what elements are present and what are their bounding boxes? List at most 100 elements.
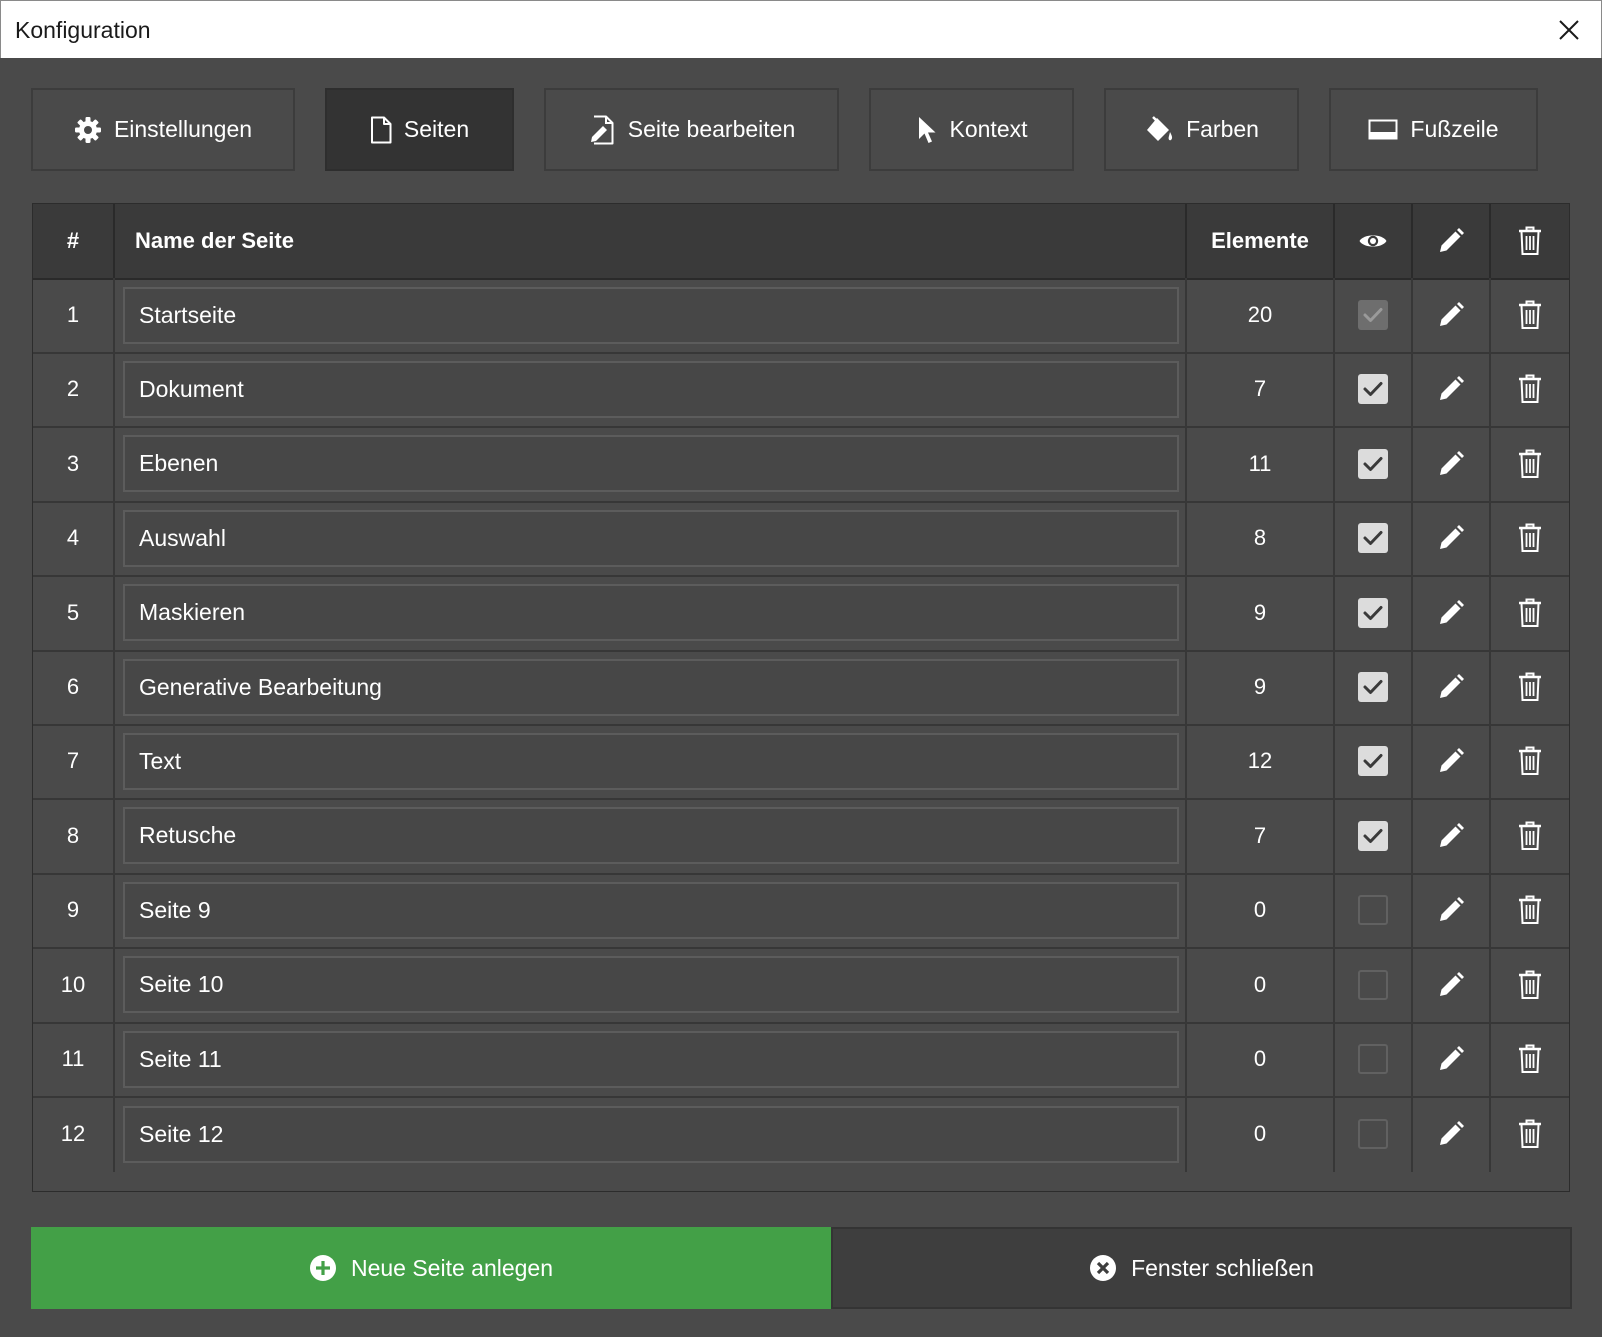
tab-fusszeile[interactable]: Fußzeile [1329,88,1538,171]
row-name-cell [115,1096,1187,1173]
row-edit-cell [1413,501,1491,576]
page-name-input[interactable] [123,807,1179,865]
visible-checkbox[interactable] [1358,597,1388,628]
new-page-button[interactable]: Neue Seite anlegen [31,1227,831,1309]
row-delete-cell [1491,948,1569,1022]
tab-fusszeile-label: Fußzeile [1410,116,1499,142]
visible-checkbox[interactable] [1358,374,1388,405]
visible-checkbox[interactable] [1358,523,1388,554]
page-name-input[interactable] [123,881,1179,939]
header-number: # [33,204,115,278]
visible-checkbox[interactable] [1358,448,1388,479]
row-name-cell [115,278,1187,352]
row-number: 4 [33,501,115,576]
row-elements-count: 7 [1187,798,1335,873]
table-row: 59 [33,575,1569,652]
delete-page-button[interactable] [1510,444,1550,484]
check-icon [1363,456,1383,471]
row-elements-count: 20 [1187,278,1335,352]
visible-checkbox[interactable] [1358,820,1388,851]
row-delete-cell [1491,501,1569,575]
footer-icon [1368,119,1398,139]
page-name-input[interactable] [123,584,1179,642]
pencil-icon [1440,302,1464,326]
row-elements-count: 8 [1187,501,1335,576]
toolbar: Einstellungen Seiten Seite bearbeiten Ko… [0,88,1602,171]
edit-page-button[interactable] [1431,1114,1471,1154]
edit-page-button[interactable] [1431,667,1471,707]
row-elements-count: 9 [1187,650,1335,724]
delete-page-button[interactable] [1510,1039,1550,1079]
edit-page-button[interactable] [1431,890,1471,930]
tab-farben-label: Farben [1186,116,1259,142]
delete-page-button[interactable] [1510,593,1550,633]
tab-einstellungen[interactable]: Einstellungen [31,88,295,171]
window-title: Konfiguration [15,17,151,43]
table-row: 1 20 [33,278,1569,354]
visible-checkbox[interactable] [1358,895,1388,926]
row-delete-cell [1491,278,1569,352]
pencil-icon [1440,897,1464,922]
row-number: 12 [33,1096,115,1173]
page-name-input[interactable] [123,435,1179,493]
tab-seite-bearbeiten[interactable]: Seite bearbeiten [544,88,839,171]
delete-page-button[interactable] [1510,890,1550,930]
new-page-button-label: Neue Seite anlegen [350,1254,554,1281]
close-window-button[interactable]: Fenster schließen [831,1227,1572,1309]
visible-checkbox[interactable] [1358,1119,1388,1150]
table-row: 27 [33,352,1569,429]
delete-page-button[interactable] [1510,667,1550,707]
row-edit-cell [1413,575,1491,650]
edit-page-button[interactable] [1431,593,1471,633]
tab-farben[interactable]: Farben [1104,88,1299,171]
header-edit [1413,204,1491,278]
visible-checkbox[interactable] [1358,969,1388,1000]
page-name-input[interactable] [123,286,1179,344]
page-name-input[interactable] [123,956,1179,1014]
row-edit-cell [1413,426,1491,501]
delete-page-button[interactable] [1510,816,1550,856]
pencil-icon [1440,376,1464,401]
edit-page-button[interactable] [1431,741,1471,781]
visible-checkbox[interactable] [1358,1044,1388,1074]
check-icon [1363,308,1383,322]
delete-page-button[interactable] [1510,369,1550,409]
page-name-input[interactable] [123,1030,1179,1088]
row-name-cell [115,575,1187,650]
edit-page-button[interactable] [1431,965,1471,1005]
page-name-input[interactable] [123,658,1179,716]
edit-page-button[interactable] [1431,295,1471,335]
row-elements-count: 12 [1187,724,1335,799]
pencil-icon [1440,674,1464,698]
row-visible-cell [1335,873,1413,948]
page-name-input[interactable] [123,1105,1179,1163]
row-number: 10 [33,947,115,1022]
page-name-input[interactable] [123,360,1179,418]
delete-page-button[interactable] [1510,295,1550,335]
row-number: 6 [33,650,115,724]
visible-checkbox[interactable] [1358,672,1388,702]
pencil-icon [1440,748,1464,773]
row-name-cell [115,650,1187,724]
row-delete-cell [1491,724,1569,798]
table-row: 90 [33,873,1569,950]
window-close-button[interactable] [1537,1,1601,59]
visible-checkbox[interactable] [1358,746,1388,777]
edit-page-button[interactable] [1431,518,1471,558]
edit-page-button[interactable] [1431,369,1471,409]
delete-page-button[interactable] [1510,741,1550,781]
page-name-input[interactable] [123,509,1179,567]
delete-page-button[interactable] [1510,965,1550,1005]
edit-page-button[interactable] [1431,816,1471,856]
check-icon [1363,754,1383,769]
delete-page-button[interactable] [1510,1114,1550,1154]
delete-page-button[interactable] [1510,518,1550,558]
tab-seiten[interactable]: Seiten [325,88,514,171]
page-name-input[interactable] [123,732,1179,790]
row-elements-count: 0 [1187,873,1335,948]
edit-page-button[interactable] [1431,1039,1471,1079]
row-visible-cell [1335,650,1413,724]
tab-kontext[interactable]: Kontext [869,88,1074,171]
row-elements-count: 7 [1187,352,1335,427]
edit-page-button[interactable] [1431,444,1471,484]
